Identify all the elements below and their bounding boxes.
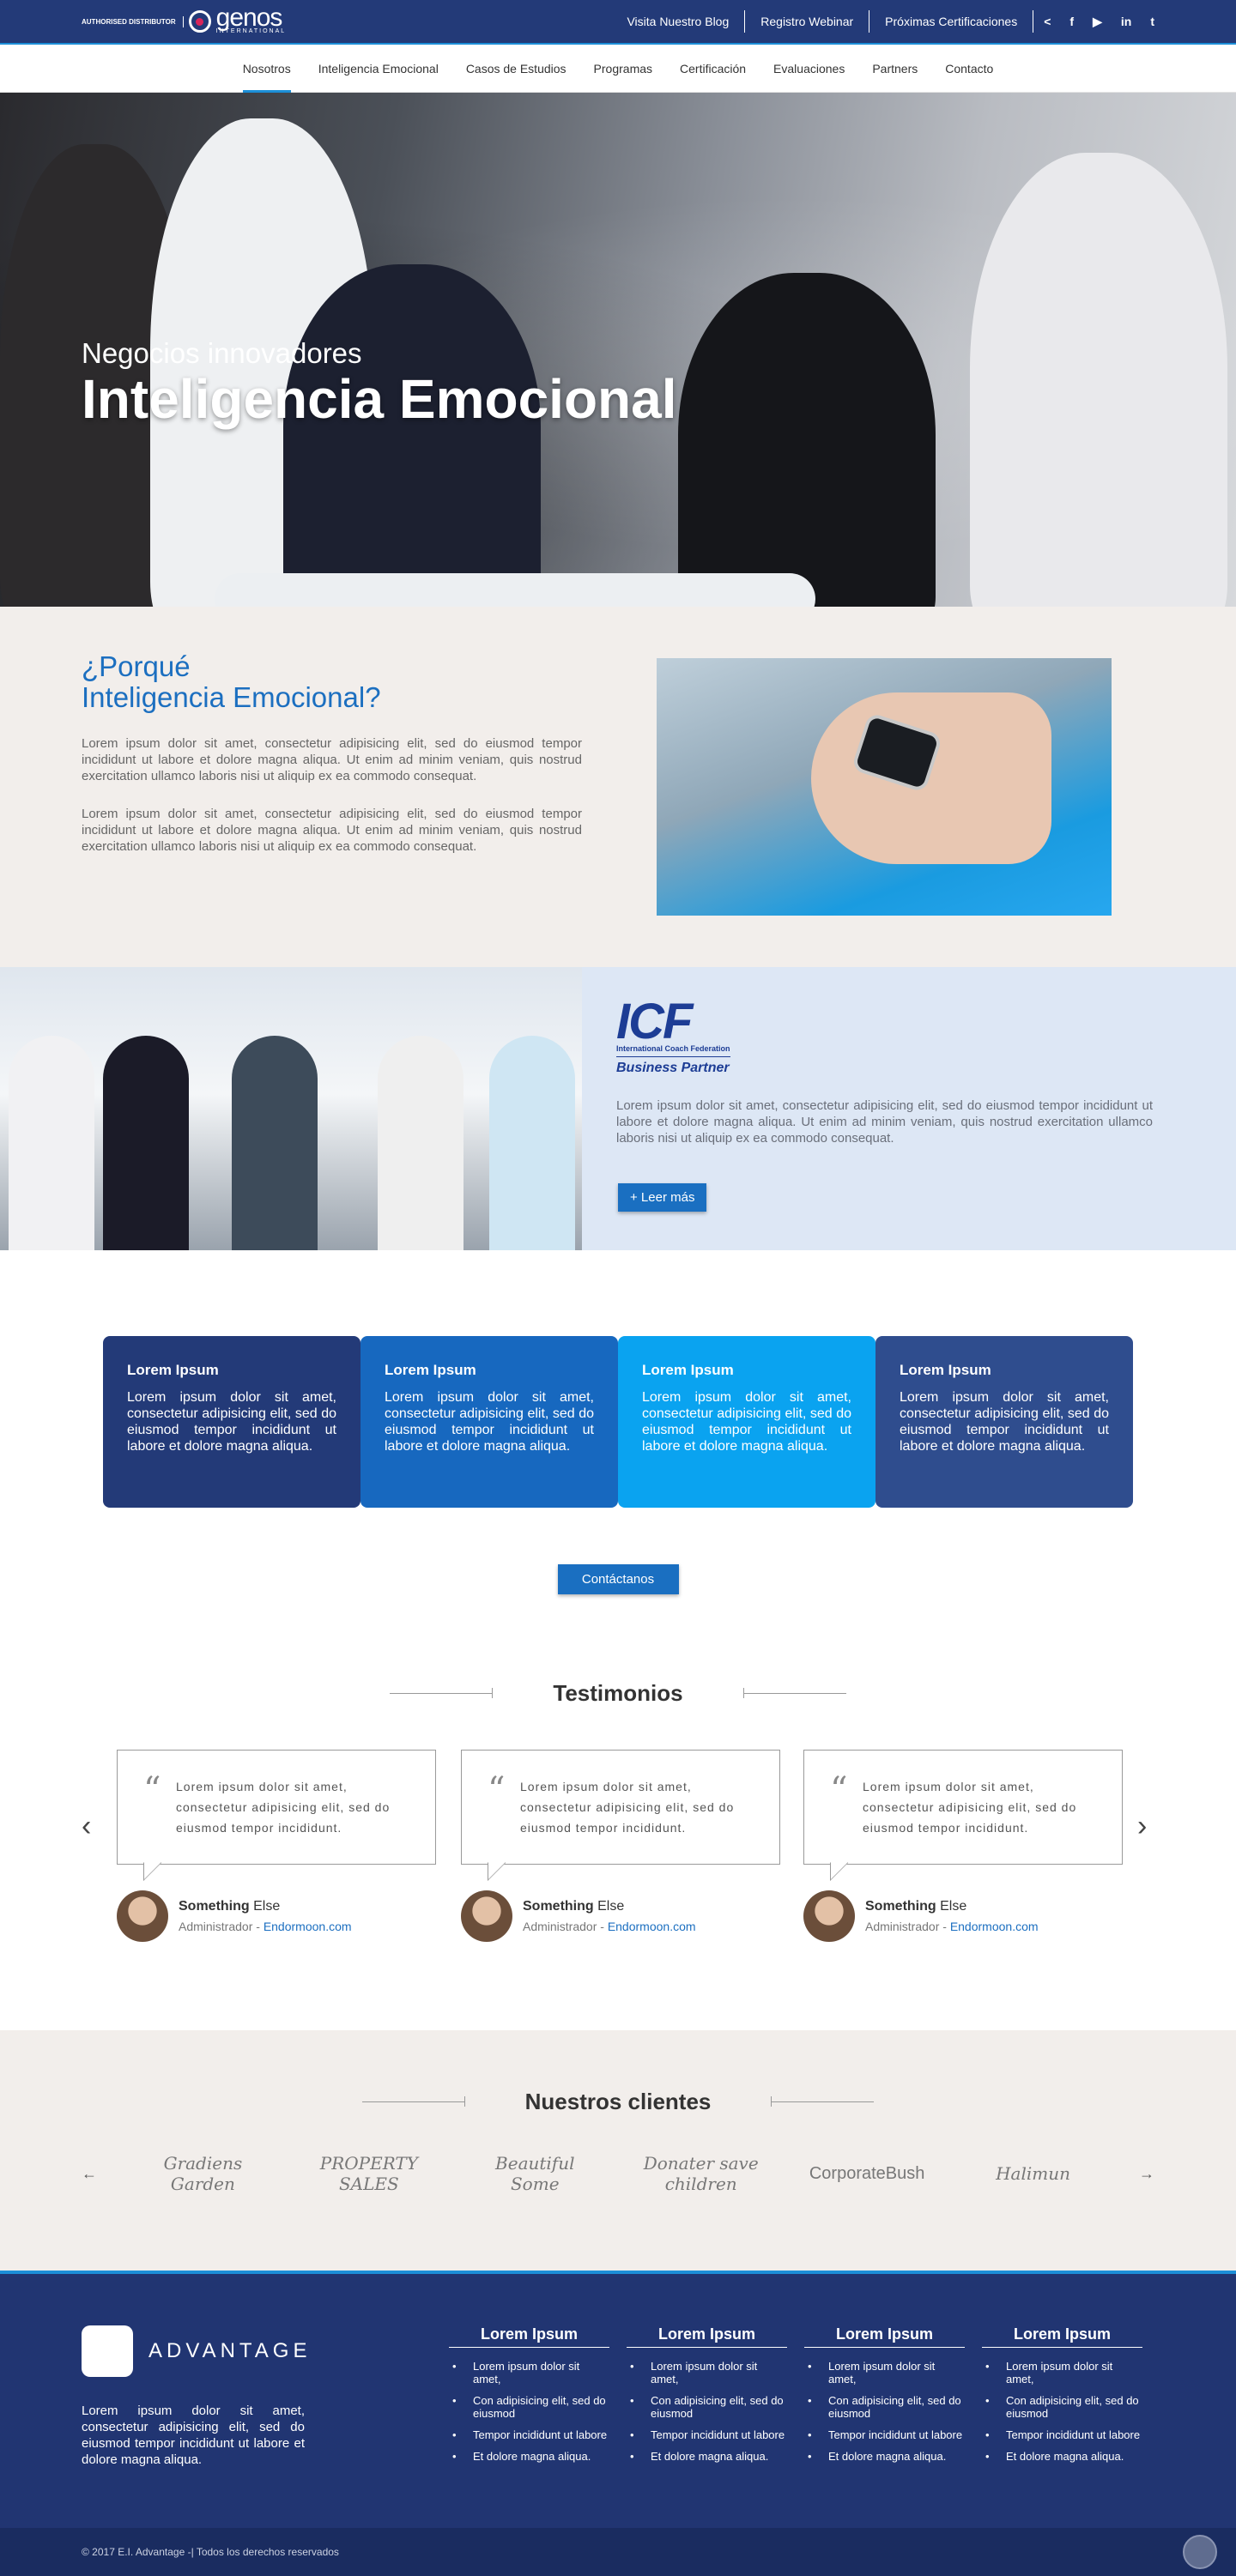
youtube-icon[interactable]: ▶ [1093,15,1102,29]
top-bar: AUTHORISED DISTRIBUTOR genos INTERNATIONA… [0,0,1236,45]
linkedin-icon[interactable]: in [1121,15,1131,29]
team-photo [0,967,582,1250]
feature-card[interactable]: Lorem Ipsum Lorem ipsum dolor sit amet, c… [618,1336,876,1508]
avatar [803,1890,855,1942]
feature-card[interactable]: Lorem Ipsum Lorem ipsum dolor sit amet, c… [103,1336,360,1508]
main-nav: Nosotros Inteligencia Emocional Casos de… [0,45,1236,93]
avatar [117,1890,168,1942]
nav-inteligencia-emocional[interactable]: Inteligencia Emocional [318,45,439,93]
testimonials-heading: Testimonios [0,1680,1236,1707]
footer-link[interactable]: Con adipisicing elit, sed do eiusmod [804,2394,965,2420]
site-link[interactable]: Endormoon.com [608,1920,696,1933]
prev-arrow-icon[interactable]: ‹ [82,1810,91,1843]
avatar [461,1890,512,1942]
twitter-icon[interactable]: t [1150,15,1154,29]
footer-column: Lorem IpsumLorem ipsum dolor sit amet,Co… [627,2325,787,2471]
client-logo[interactable]: PROPERTY SALES [309,2153,429,2194]
hero-person [283,264,541,607]
footer-link[interactable]: Lorem ipsum dolor sit amet, [627,2360,787,2386]
read-more-button[interactable]: + Leer más [618,1183,707,1212]
testimonial-card: “Lorem ipsum dolor sit amet, consectetur… [117,1750,436,1942]
hero-subtitle: Negocios innovadores [82,337,362,369]
nav-evaluaciones[interactable]: Evaluaciones [773,45,845,93]
advantage-logo[interactable]: ADVANTAGE [82,2325,311,2377]
why-paragraph: Lorem ipsum dolor sit amet, consectetur … [82,736,582,783]
hero-person [970,153,1227,607]
hero-table [215,573,815,607]
blog-link[interactable]: Visita Nuestro Blog [611,10,746,33]
footer-description: Lorem ipsum dolor sit amet, consectetur … [82,2404,305,2467]
footer-link[interactable]: Con adipisicing elit, sed do eiusmod [627,2394,787,2420]
testimonials-carousel: ‹ › “Lorem ipsum dolor sit amet, consect… [0,1750,1236,1947]
genos-logo-icon [188,10,211,33]
footer-link[interactable]: Lorem ipsum dolor sit amet, [804,2360,965,2386]
contact-button[interactable]: Contáctanos [557,1564,679,1594]
certifications-link[interactable]: Próximas Certificaciones [869,10,1034,33]
genos-logo[interactable]: AUTHORISED DISTRIBUTOR genos INTERNATIONA… [82,3,287,35]
client-logo[interactable]: Halimun [973,2163,1094,2184]
next-arrow-icon[interactable]: › [1137,1810,1147,1843]
client-logo[interactable]: Donater save children [641,2153,761,2194]
footer-link[interactable]: Et dolore magna aliqua. [627,2450,787,2463]
quote-icon: “ [830,1770,849,1810]
footer-link[interactable]: Et dolore magna aliqua. [804,2450,965,2463]
facebook-icon[interactable]: f [1069,15,1074,29]
hero-banner: Negocios innovadores Inteligencia Emocio… [0,93,1236,607]
client-logo[interactable]: Beautiful Some [475,2153,595,2194]
quote-icon: “ [143,1770,162,1810]
footer-link[interactable]: Lorem ipsum dolor sit amet, [982,2360,1142,2386]
testimonial-card: “Lorem ipsum dolor sit amet, consectetur… [803,1750,1123,1942]
client-logo[interactable]: CorporateBush [807,2164,927,2184]
testimonial-card: “Lorem ipsum dolor sit amet, consectetur… [461,1750,780,1942]
smartwatch-image [657,658,1112,916]
prev-arrow-icon[interactable]: ← [82,2165,97,2183]
feature-card[interactable]: Lorem Ipsum Lorem ipsum dolor sit amet, c… [876,1336,1133,1508]
nav-contacto[interactable]: Contacto [945,45,993,93]
feature-cards: Lorem Ipsum Lorem ipsum dolor sit amet, c… [0,1336,1236,1508]
footer-column: Lorem IpsumLorem ipsum dolor sit amet,Co… [982,2325,1142,2471]
footer-column: Lorem IpsumLorem ipsum dolor sit amet,Co… [804,2325,965,2471]
clients-section: Nuestros clientes ← Gradiens Garden PROP… [0,2030,1236,2271]
clients-heading: Nuestros clientes [0,2089,1236,2115]
footer: ADVANTAGE Lorem ipsum dolor sit amet, co… [0,2271,1236,2528]
why-title: ¿Porqué Inteligencia Emocional? [82,650,381,713]
nav-casos-de-estudios[interactable]: Casos de Estudios [466,45,566,93]
nav-certificacion[interactable]: Certificación [680,45,746,93]
quote-icon: “ [488,1770,506,1810]
icf-logo: ICF International Coach Federation Busin… [616,994,730,1075]
next-arrow-icon[interactable]: → [1139,2165,1154,2183]
hero-person [678,273,936,607]
nav-programas[interactable]: Programas [594,45,652,93]
footer-link[interactable]: Tempor incididunt ut labore [627,2428,787,2441]
footer-link[interactable]: Tempor incididunt ut labore [804,2428,965,2441]
webinar-link[interactable]: Registro Webinar [745,10,870,33]
why-paragraph: Lorem ipsum dolor sit amet, consectetur … [82,807,582,854]
advantage-logo-icon [82,2325,133,2377]
footer-link[interactable]: Con adipisicing elit, sed do eiusmod [982,2394,1142,2420]
back-to-top-icon[interactable] [1183,2535,1217,2569]
nav-partners[interactable]: Partners [872,45,918,93]
icf-section: ICF International Coach Federation Busin… [0,967,1236,1250]
client-logo[interactable]: Gradiens Garden [142,2153,263,2194]
footer-link[interactable]: Lorem ipsum dolor sit amet, [449,2360,609,2386]
icf-description: Lorem ipsum dolor sit amet, consectetur … [616,1098,1153,1146]
feature-card[interactable]: Lorem Ipsum Lorem ipsum dolor sit amet, c… [360,1336,618,1508]
nav-nosotros[interactable]: Nosotros [242,45,291,93]
genos-wordmark: genos INTERNATIONAL [215,3,287,35]
footer-link[interactable]: Tempor incididunt ut labore [982,2428,1142,2441]
site-link[interactable]: Endormoon.com [264,1920,352,1933]
site-link[interactable]: Endormoon.com [950,1920,1039,1933]
footer-column: Lorem IpsumLorem ipsum dolor sit amet,Co… [449,2325,609,2471]
why-section: ¿Porqué Inteligencia Emocional? Lorem ips… [0,607,1236,967]
authorised-distributor-label: AUTHORISED DISTRIBUTOR [82,15,184,27]
hero-title: Inteligencia Emocional [82,368,677,430]
copyright: © 2017 E.I. Advantage -| Todos los derec… [82,2546,339,2558]
footer-link[interactable]: Tempor incididunt ut labore [449,2428,609,2441]
share-icon[interactable]: < [1044,15,1051,29]
footer-link[interactable]: Et dolore magna aliqua. [449,2450,609,2463]
footer-link[interactable]: Et dolore magna aliqua. [982,2450,1142,2463]
footer-link[interactable]: Con adipisicing elit, sed do eiusmod [449,2394,609,2420]
